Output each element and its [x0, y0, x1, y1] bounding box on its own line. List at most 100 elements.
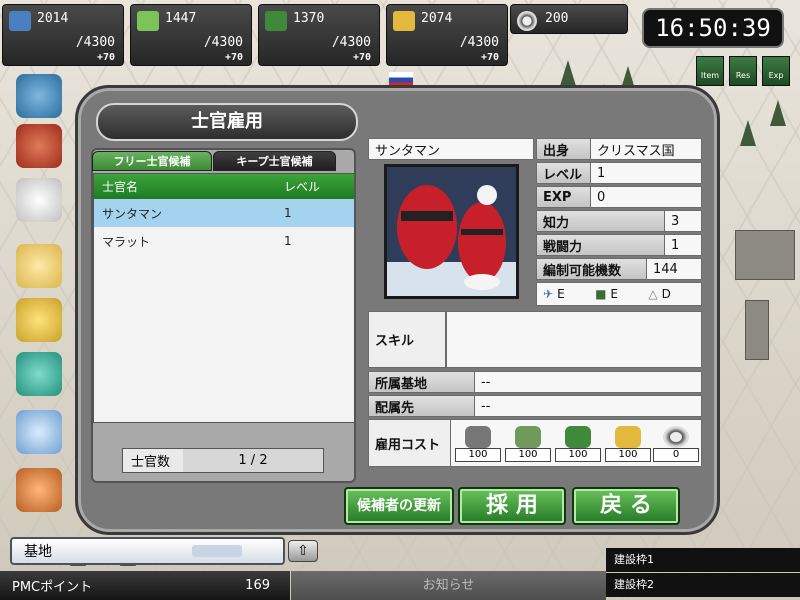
document-icon[interactable]	[16, 178, 62, 222]
selected-officer-name: サンタマン	[368, 138, 534, 160]
resource-fuel: 2014 /4300 +70	[2, 4, 124, 66]
resource-max: /4300	[75, 35, 115, 50]
resource-current: 2074	[421, 11, 453, 26]
list-header: 士官名 レベル	[94, 174, 354, 199]
origin-value: クリスマス国	[590, 138, 702, 160]
intel-value: 3	[664, 210, 702, 232]
ranking-icon[interactable]	[16, 298, 62, 342]
build-slot-1[interactable]: 建設枠1	[606, 548, 800, 572]
tab-free-candidates[interactable]: フリー士官候補	[92, 151, 212, 171]
cost-medal: 0	[653, 426, 699, 464]
resource-increment: +70	[96, 52, 115, 63]
tank-icon: ■	[595, 287, 607, 301]
pmc-points-bar: PMCポイント 169	[0, 571, 290, 600]
resource-increment: +70	[352, 52, 371, 63]
resource-ammo: 1447 /4300 +70	[130, 4, 252, 66]
resource-medal: 200	[510, 4, 628, 34]
combat-label: 戦闘力	[536, 234, 666, 256]
officer-level: 1	[284, 234, 292, 248]
gold-bar-icon	[393, 11, 415, 31]
exp-label: EXP	[536, 186, 592, 208]
exit-door-icon[interactable]	[16, 468, 62, 512]
medal-icon	[517, 11, 537, 31]
units-value: 144	[646, 258, 702, 280]
cost-manpower: 100	[555, 426, 601, 464]
building-decor	[735, 230, 795, 280]
resource-gold: 2074 /4300 +70	[386, 4, 508, 66]
resource-max: /4300	[331, 35, 371, 50]
target-soldier-icon[interactable]	[16, 124, 62, 168]
refresh-candidates-button[interactable]: 候補者の更新	[344, 487, 454, 525]
cost-fuel: 100	[455, 426, 501, 464]
tab-keep-candidates[interactable]: キープ士官候補	[213, 151, 336, 171]
resource-increment: +70	[480, 52, 499, 63]
soldier-icon	[265, 11, 287, 31]
resource-current: 1370	[293, 11, 325, 26]
officer-count: 士官数 1 / 2	[122, 448, 324, 473]
pmc-label: PMCポイント	[12, 580, 93, 595]
gold-bar-icon	[615, 426, 641, 448]
origin-label: 出身	[536, 138, 592, 160]
header-level: レベル	[284, 180, 321, 194]
base-value: --	[474, 371, 702, 393]
news-button[interactable]: お知らせ	[291, 571, 606, 600]
tank-rank: E	[610, 287, 618, 301]
base-label: 所属基地	[368, 371, 476, 393]
map-menu-icon[interactable]	[16, 74, 62, 118]
base-selector[interactable]: 基地	[10, 537, 285, 565]
list-item[interactable]: マラット 1	[94, 227, 354, 255]
resource-max: /4300	[203, 35, 243, 50]
cost-value: 100	[505, 448, 551, 462]
resource-current: 2014	[37, 11, 69, 26]
assign-label: 配属先	[368, 395, 476, 417]
officer-name: マラット	[102, 234, 151, 249]
skill-label: スキル	[368, 311, 446, 368]
combat-value: 1	[664, 234, 702, 256]
skill-value	[446, 311, 702, 368]
officer-portrait	[384, 164, 519, 299]
item-button[interactable]: Item	[696, 56, 724, 86]
intel-label: 知力	[536, 210, 666, 232]
mail-icon[interactable]	[16, 244, 62, 288]
hire-button[interactable]: 採 用	[458, 487, 566, 525]
cost-ammo: 100	[505, 426, 551, 464]
santaman-portrait-image	[387, 167, 516, 296]
cost-gold: 100	[605, 426, 651, 464]
build-slot-2[interactable]: 建設枠2	[606, 573, 800, 597]
assign-value: --	[474, 395, 702, 417]
airplane-icon: ✈	[543, 287, 554, 301]
soldier-icon	[565, 426, 591, 448]
resource-bar: 2014 /4300 +70 1447 /4300 +70 1370 /4300…	[0, 0, 640, 70]
shop-cart-icon[interactable]	[16, 352, 62, 396]
tree-decor	[740, 120, 756, 146]
fuel-icon	[465, 426, 491, 448]
unit-ranks: ✈ E ■ E △ D	[536, 282, 702, 306]
ship-rank: D	[661, 287, 671, 301]
airplane-rank: E	[557, 287, 565, 301]
resource-increment: +70	[224, 52, 243, 63]
back-button[interactable]: 戻 る	[572, 487, 680, 525]
base-name-blurred	[192, 545, 242, 557]
res-button[interactable]: Res	[729, 56, 757, 86]
medal-icon	[663, 426, 689, 448]
ship-icon: △	[648, 287, 658, 301]
clock: 16:50:39	[642, 8, 784, 48]
panel-title: 士官雇用	[96, 103, 358, 141]
units-label: 編制可能機数	[536, 258, 648, 280]
cost-value: 100	[555, 448, 601, 462]
exp-value: 0	[590, 186, 702, 208]
list-item[interactable]: サンタマン 1	[94, 199, 354, 227]
fuel-icon	[9, 11, 31, 31]
base-label: 基地	[24, 544, 52, 560]
resource-max: /4300	[459, 35, 499, 50]
resource-manpower: 1370 /4300 +70	[258, 4, 380, 66]
officer-name: サンタマン	[102, 206, 163, 221]
officer-count-label: 士官数	[131, 455, 171, 470]
resource-current: 1447	[165, 11, 197, 26]
expand-arrow-icon[interactable]: ⇧	[288, 540, 318, 562]
level-value: 1	[590, 162, 702, 184]
cost-value: 100	[605, 448, 651, 462]
dog-tag-icon[interactable]	[16, 410, 62, 454]
officer-level: 1	[284, 206, 292, 220]
exp-button[interactable]: Exp	[762, 56, 790, 86]
